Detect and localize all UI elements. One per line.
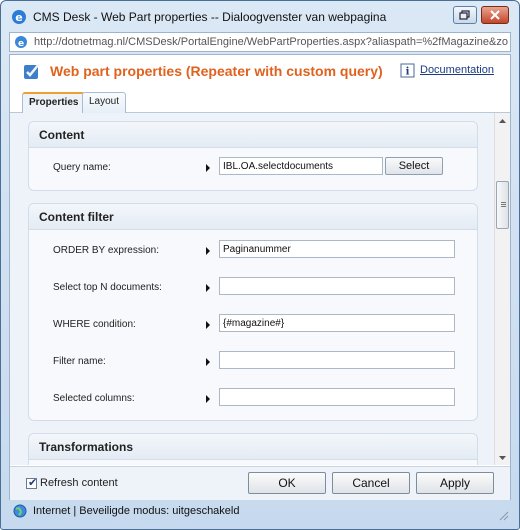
info-icon[interactable]: i bbox=[400, 63, 415, 78]
tab-properties[interactable]: Properties bbox=[22, 92, 86, 114]
page-icon: e bbox=[15, 36, 27, 49]
properties-scroll-area: Content Query name: Select Content filte… bbox=[10, 113, 510, 465]
content-filter-heading: Content filter bbox=[29, 204, 477, 230]
query-name-row: Query name: Select bbox=[29, 157, 479, 181]
filter-name-row: Filter name: bbox=[29, 351, 479, 375]
query-name-label: Query name: bbox=[53, 162, 111, 173]
vertical-scrollbar[interactable] bbox=[494, 113, 510, 465]
filter-name-input[interactable] bbox=[219, 351, 455, 369]
select-button[interactable]: Select bbox=[385, 157, 443, 175]
internet-explorer-icon: e bbox=[12, 10, 26, 24]
content-heading: Content bbox=[29, 122, 477, 148]
scroll-up-icon[interactable] bbox=[495, 113, 510, 128]
window-title: CMS Desk - Web Part properties -- Dialoo… bbox=[33, 10, 387, 24]
where-condition-label: WHERE condition: bbox=[53, 319, 136, 330]
filter-name-label: Filter name: bbox=[53, 356, 106, 367]
dialog-header: Web part properties (Repeater with custo… bbox=[10, 55, 510, 87]
checkmark-icon: ✔ bbox=[28, 477, 38, 489]
page-title: Web part properties (Repeater with custo… bbox=[50, 63, 383, 79]
status-text: Internet | Beveiligde modus: uitgeschake… bbox=[33, 505, 240, 517]
cancel-button[interactable]: Cancel bbox=[332, 472, 410, 494]
svg-text:e: e bbox=[15, 11, 22, 24]
address-bar[interactable]: e http://dotnetmag.nl/CMSDesk/PortalEngi… bbox=[9, 32, 511, 52]
transformations-panel: Transformations bbox=[28, 433, 478, 465]
arrow-right-icon bbox=[206, 358, 210, 366]
content-panel: Content Query name: Select bbox=[28, 121, 478, 191]
arrow-right-icon bbox=[206, 284, 210, 292]
close-icon bbox=[490, 10, 500, 20]
arrow-right-icon bbox=[206, 164, 210, 172]
globe-icon bbox=[13, 504, 27, 518]
selected-columns-label: Selected columns: bbox=[53, 393, 135, 404]
arrow-right-icon bbox=[206, 321, 210, 329]
tab-layout[interactable]: Layout bbox=[82, 92, 127, 113]
restore-button[interactable] bbox=[453, 6, 477, 24]
select-top-label: Select top N documents: bbox=[53, 282, 162, 293]
scroll-thumb[interactable] bbox=[496, 181, 509, 229]
transformations-heading: Transformations bbox=[29, 434, 477, 460]
select-top-input[interactable] bbox=[219, 277, 455, 295]
refresh-content-checkbox[interactable]: ✔ bbox=[26, 477, 38, 489]
svg-text:e: e bbox=[18, 39, 24, 49]
where-condition-row: WHERE condition: bbox=[29, 314, 479, 338]
resize-grip-icon[interactable] bbox=[499, 511, 509, 521]
address-url: http://dotnetmag.nl/CMSDesk/PortalEngine… bbox=[34, 36, 508, 48]
scroll-down-icon[interactable] bbox=[495, 450, 510, 465]
query-name-input[interactable] bbox=[219, 157, 383, 175]
refresh-content-label[interactable]: Refresh content bbox=[40, 477, 118, 489]
content-filter-panel: Content filter ORDER BY expression: Sele… bbox=[28, 203, 478, 421]
order-by-row: ORDER BY expression: bbox=[29, 240, 479, 264]
arrow-right-icon bbox=[206, 395, 210, 403]
svg-text:i: i bbox=[406, 67, 410, 78]
dialog-footer: ✔ Refresh content OK Cancel Apply bbox=[10, 466, 510, 500]
order-by-input[interactable] bbox=[219, 240, 455, 258]
selected-columns-row: Selected columns: bbox=[29, 388, 479, 412]
close-button[interactable] bbox=[481, 6, 509, 24]
dialog-window: e CMS Desk - Web Part properties -- Dial… bbox=[0, 0, 520, 530]
title-bar: e CMS Desk - Web Part properties -- Dial… bbox=[1, 1, 519, 31]
status-bar: Internet | Beveiligde modus: uitgeschake… bbox=[9, 501, 511, 523]
ok-button[interactable]: OK bbox=[248, 472, 326, 494]
order-by-label: ORDER BY expression: bbox=[53, 245, 159, 256]
select-top-row: Select top N documents: bbox=[29, 277, 479, 301]
arrow-right-icon bbox=[206, 247, 210, 255]
restore-icon bbox=[459, 10, 470, 20]
dialog-content: Web part properties (Repeater with custo… bbox=[9, 54, 511, 500]
web-part-icon bbox=[24, 63, 40, 79]
apply-button[interactable]: Apply bbox=[416, 472, 494, 494]
selected-columns-input[interactable] bbox=[219, 388, 455, 406]
documentation-link[interactable]: Documentation bbox=[420, 64, 494, 76]
tab-strip: Properties Layout bbox=[10, 89, 510, 114]
where-condition-input[interactable] bbox=[219, 314, 455, 332]
